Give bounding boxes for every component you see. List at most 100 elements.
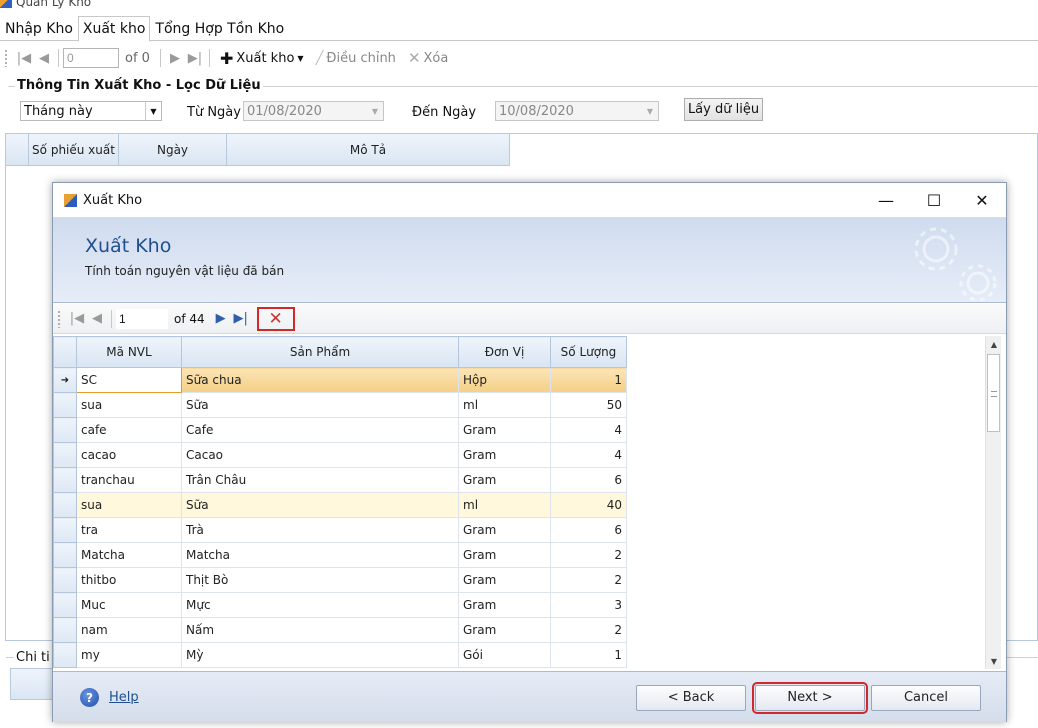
prev-record-icon[interactable]: ◀ — [34, 48, 54, 68]
maximize-icon[interactable]: ☐ — [910, 183, 958, 217]
table-row[interactable]: sua Sữa ml 50 — [53, 392, 627, 418]
cell-code[interactable]: sua — [76, 492, 182, 518]
cell-product[interactable]: Trà — [181, 517, 459, 543]
table-row[interactable]: sua Sữa ml 40 — [53, 492, 627, 518]
row-header[interactable] — [53, 567, 77, 593]
cell-unit[interactable]: Gói — [458, 642, 551, 668]
next-record-icon[interactable]: ▶ — [211, 309, 231, 329]
cell-code[interactable]: cafe — [76, 417, 182, 443]
edit-button[interactable]: ╱ Điều chỉnh — [316, 51, 396, 66]
cell-unit[interactable]: ml — [458, 492, 551, 518]
close-icon[interactable]: ✕ — [958, 183, 1006, 217]
cell-quantity[interactable]: 6 — [550, 517, 627, 543]
table-row[interactable]: tranchau Trân Châu Gram 6 — [53, 467, 627, 493]
cell-code[interactable]: my — [76, 642, 182, 668]
cell-code[interactable]: thitbo — [76, 567, 182, 593]
column-header[interactable]: Mô Tả — [227, 134, 510, 166]
tab-tong-hop-ton-kho[interactable]: Tổng Hợp Tồn Kho — [150, 16, 289, 40]
row-header[interactable] — [53, 417, 77, 443]
back-button[interactable]: < Back — [636, 685, 746, 711]
cell-code[interactable]: nam — [76, 617, 182, 643]
column-header[interactable]: Số phiếu xuất — [29, 134, 119, 166]
cell-unit[interactable]: Gram — [458, 417, 551, 443]
minimize-icon[interactable]: — — [862, 183, 910, 217]
cell-code[interactable]: Matcha — [76, 542, 182, 568]
cell-product[interactable]: Matcha — [181, 542, 459, 568]
cell-unit[interactable]: Gram — [458, 617, 551, 643]
first-record-icon[interactable]: |◀ — [67, 309, 87, 329]
cell-product[interactable]: Mỳ — [181, 642, 459, 668]
cell-quantity[interactable]: 2 — [550, 542, 627, 568]
cell-unit[interactable]: Gram — [458, 567, 551, 593]
first-record-icon[interactable]: |◀ — [14, 48, 34, 68]
cell-unit[interactable]: Gram — [458, 592, 551, 618]
table-row[interactable]: cafe Cafe Gram 4 — [53, 417, 627, 443]
row-header[interactable] — [53, 617, 77, 643]
table-row[interactable]: cacao Cacao Gram 4 — [53, 442, 627, 468]
table-row[interactable]: Muc Mực Gram 3 — [53, 592, 627, 618]
cell-product[interactable]: Cacao — [181, 442, 459, 468]
from-date-field[interactable]: 01/08/2020 ▼ — [243, 101, 384, 121]
cell-unit[interactable]: Gram — [458, 517, 551, 543]
cell-unit[interactable]: ml — [458, 392, 551, 418]
row-header[interactable] — [53, 442, 77, 468]
row-header[interactable] — [53, 467, 77, 493]
next-record-icon[interactable]: ▶ — [165, 48, 185, 68]
cell-product[interactable]: Sữa — [181, 492, 459, 518]
delete-row-icon[interactable]: ✕ — [256, 306, 295, 331]
cell-code[interactable]: Muc — [76, 592, 182, 618]
last-record-icon[interactable]: ▶| — [231, 309, 251, 329]
column-header[interactable]: Ngày — [119, 134, 227, 166]
table-row[interactable]: my Mỳ Gói 1 — [53, 642, 627, 668]
row-header[interactable] — [53, 592, 77, 618]
column-header[interactable]: Số Lượng — [550, 336, 627, 368]
cell-quantity[interactable]: 40 — [550, 492, 627, 518]
row-header[interactable] — [53, 542, 77, 568]
cell-code[interactable]: sua — [76, 392, 182, 418]
tab-nhap-kho[interactable]: Nhập Kho — [0, 16, 78, 40]
cell-quantity[interactable]: 2 — [550, 567, 627, 593]
cell-quantity[interactable]: 1 — [550, 642, 627, 668]
cell-product[interactable]: Sữa chua — [181, 367, 459, 393]
tab-xuat-kho[interactable]: Xuất kho — [77, 16, 151, 42]
prev-record-icon[interactable]: ◀ — [87, 309, 107, 329]
cell-quantity[interactable]: 6 — [550, 467, 627, 493]
cell-quantity[interactable]: 1 — [550, 367, 627, 393]
cell-product[interactable]: Mực — [181, 592, 459, 618]
table-row[interactable]: Matcha Matcha Gram 2 — [53, 542, 627, 568]
cell-product[interactable]: Thịt Bò — [181, 567, 459, 593]
cell-quantity[interactable]: 2 — [550, 617, 627, 643]
scroll-thumb[interactable] — [987, 354, 1000, 432]
cell-quantity[interactable]: 3 — [550, 592, 627, 618]
scroll-up-icon[interactable]: ▲ — [986, 336, 1002, 352]
row-header[interactable] — [53, 642, 77, 668]
cell-product[interactable]: Nấm — [181, 617, 459, 643]
materials-grid[interactable]: Mã NVL Sản Phẩm Đơn Vị Số Lượng ➜ SC Sữa c… — [53, 336, 987, 669]
row-header[interactable] — [53, 492, 77, 518]
cell-unit[interactable]: Gram — [458, 542, 551, 568]
record-position-input[interactable] — [116, 308, 168, 329]
cell-unit[interactable]: Gram — [458, 442, 551, 468]
column-header[interactable]: Mã NVL — [76, 336, 182, 368]
cell-product[interactable]: Cafe — [181, 417, 459, 443]
cell-code[interactable]: tranchau — [76, 467, 182, 493]
record-position-input[interactable] — [63, 48, 119, 68]
help-link[interactable]: Help — [109, 690, 139, 705]
cell-code[interactable]: cacao — [76, 442, 182, 468]
fetch-data-button[interactable]: Lấy dữ liệu — [684, 98, 763, 121]
table-row[interactable]: thitbo Thịt Bò Gram 2 — [53, 567, 627, 593]
cell-code[interactable]: tra — [76, 517, 182, 543]
next-button[interactable]: Next > — [752, 682, 868, 714]
cell-unit[interactable]: Hộp — [458, 367, 551, 393]
row-header[interactable] — [53, 517, 77, 543]
cell-product[interactable]: Trân Châu — [181, 467, 459, 493]
table-row[interactable]: tra Trà Gram 6 — [53, 517, 627, 543]
vertical-scrollbar[interactable]: ▲ ▼ — [985, 336, 1001, 669]
table-row[interactable]: ➜ SC Sữa chua Hộp 1 — [53, 367, 627, 393]
cell-quantity[interactable]: 4 — [550, 442, 627, 468]
column-header[interactable]: Sản Phẩm — [181, 336, 459, 368]
cell-quantity[interactable]: 50 — [550, 392, 627, 418]
cancel-button[interactable]: Cancel — [871, 685, 981, 711]
help-icon[interactable]: ? — [80, 688, 99, 707]
table-row[interactable]: nam Nấm Gram 2 — [53, 617, 627, 643]
